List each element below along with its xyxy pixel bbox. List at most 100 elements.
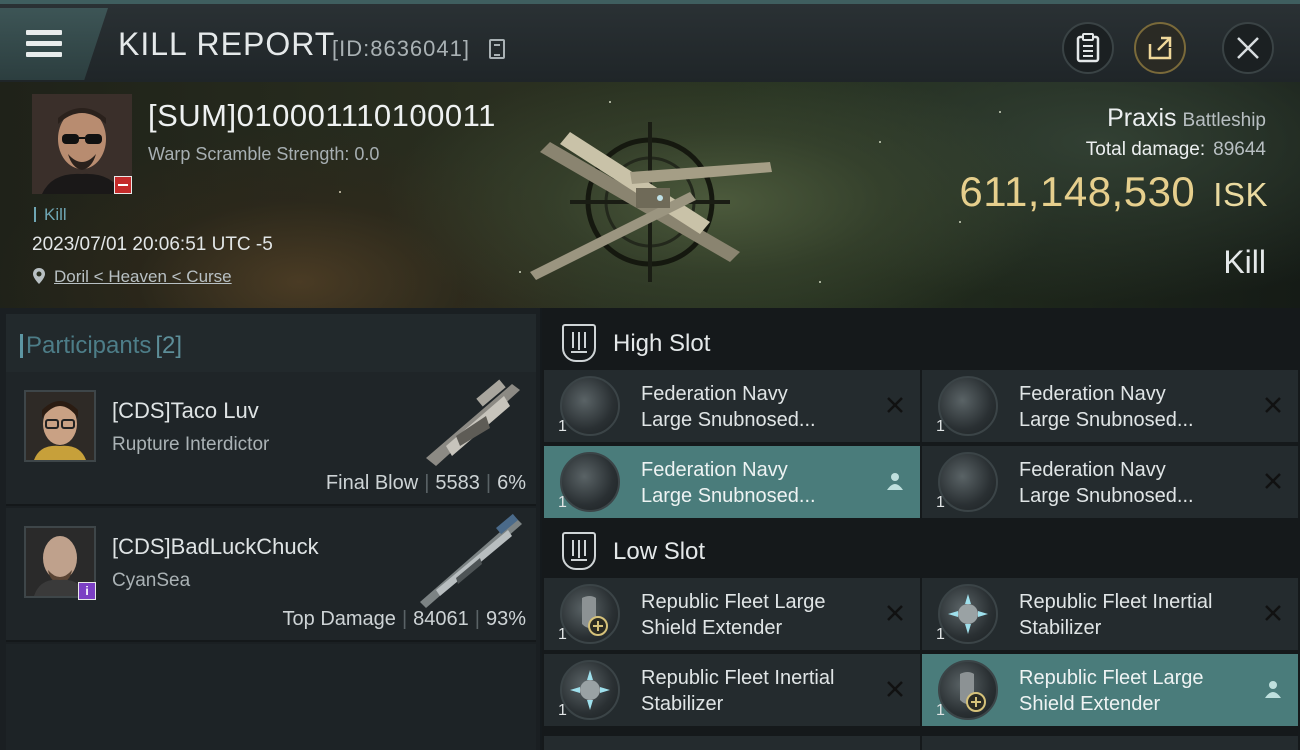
ship-name[interactable]: Praxis bbox=[1107, 104, 1176, 132]
dropped-person-icon bbox=[1265, 681, 1281, 698]
kill-datetime: 2023/07/01 20:06:51 UTC -5 bbox=[32, 234, 273, 255]
total-damage: Total damage: 89644 bbox=[1086, 139, 1266, 161]
module-quantity: 1 bbox=[936, 494, 945, 511]
inertial-stabilizer-icon bbox=[938, 584, 998, 644]
launcher-icon bbox=[560, 452, 620, 512]
participants-label: Participants bbox=[26, 332, 152, 359]
participant-percent: 6% bbox=[497, 472, 526, 494]
participant-ship-image[interactable] bbox=[416, 512, 526, 608]
participant-portrait[interactable] bbox=[24, 390, 96, 462]
module-quantity: 1 bbox=[558, 702, 567, 719]
copy-icon[interactable] bbox=[489, 39, 505, 59]
participant-damage: 5583 bbox=[435, 472, 480, 494]
isk-amount: 611,148,530 bbox=[959, 168, 1196, 215]
close-icon bbox=[1237, 37, 1259, 59]
module-item[interactable]: 1 Federation Navy Large Snubnosed... bbox=[922, 446, 1298, 518]
module-quantity: 1 bbox=[558, 626, 567, 643]
participant-name[interactable]: [CDS]BadLuckChuck bbox=[112, 534, 319, 560]
destroyed-icon bbox=[887, 397, 903, 413]
destroyed-icon bbox=[887, 605, 903, 621]
participant-role: Top Damage bbox=[282, 608, 396, 630]
launcher-icon bbox=[938, 452, 998, 512]
destroyed-icon bbox=[887, 681, 903, 697]
module-quantity: 1 bbox=[936, 418, 945, 435]
isk-value: 611,148,530 ISK bbox=[959, 168, 1268, 216]
module-name: Federation Navy Large Snubnosed... bbox=[1019, 459, 1194, 507]
high-slot-title: High Slot bbox=[613, 330, 711, 357]
module-quantity: 1 bbox=[936, 702, 945, 719]
clipboard-icon bbox=[1076, 33, 1100, 63]
kill-result: Kill bbox=[1223, 244, 1266, 280]
victim-ship: Praxis Battleship bbox=[1107, 104, 1266, 133]
total-damage-value: 89644 bbox=[1213, 139, 1266, 160]
module-name: Federation Navy Large Snubnosed... bbox=[641, 383, 816, 431]
participants-title: Participants [2] bbox=[19, 332, 183, 360]
launcher-icon bbox=[560, 376, 620, 436]
isk-unit: ISK bbox=[1213, 176, 1268, 213]
victim-name[interactable]: [SUM]010001110100011 bbox=[148, 98, 496, 134]
dropped-person-icon bbox=[887, 473, 903, 490]
participant-ship: Rupture Interdictor bbox=[112, 434, 270, 455]
shield-extender-icon bbox=[560, 584, 620, 644]
clipboard-button[interactable] bbox=[1062, 22, 1114, 74]
module-item[interactable]: 1 Federation Navy Large Snubnosed... bbox=[544, 446, 920, 518]
low-slot-title: Low Slot bbox=[613, 538, 706, 565]
module-item[interactable]: 1 Federation Navy Large Snubnosed... bbox=[922, 370, 1298, 442]
participant-damage: 84061 bbox=[413, 608, 469, 630]
participants-header: Participants [2] bbox=[6, 314, 536, 372]
total-damage-label: Total damage: bbox=[1085, 139, 1206, 160]
participant-name[interactable]: [CDS]Taco Luv bbox=[112, 398, 259, 424]
module-item[interactable]: 1 Republic Fleet Large Shield Extender bbox=[922, 654, 1298, 726]
victim-ship-image[interactable] bbox=[510, 102, 790, 292]
participants-panel: Participants [2] [CDS]Taco Luv Rupture In… bbox=[0, 308, 540, 750]
module-item[interactable]: 1 Republic Fleet Inertial Stabilizer bbox=[922, 578, 1298, 650]
fitting-panel: High Slot 1 Federation Navy Large Snubnos… bbox=[542, 308, 1300, 750]
module-quantity: 1 bbox=[936, 626, 945, 643]
participant-ship: CyanSea bbox=[112, 570, 191, 591]
module-quantity: 1 bbox=[558, 418, 567, 435]
low-slot-header: Low Slot bbox=[542, 520, 1300, 580]
module-item[interactable]: 1 Republic Fleet Large Shield Extender bbox=[544, 578, 920, 650]
report-id: [ID:8636041] bbox=[332, 36, 470, 61]
hamburger-menu-icon bbox=[26, 30, 62, 58]
participant-percent: 93% bbox=[485, 608, 526, 630]
participant-role: Final Blow bbox=[325, 472, 419, 494]
high-slot-icon bbox=[562, 324, 596, 362]
close-button[interactable] bbox=[1222, 22, 1274, 74]
high-slot-header: High Slot bbox=[542, 312, 1300, 372]
module-item[interactable]: 1 Republic Fleet Inertial Stabilizer bbox=[544, 654, 920, 726]
module-name: Republic Fleet Large Shield Extender bbox=[1019, 667, 1204, 715]
location-link[interactable]: Doril < Heaven < Curse bbox=[54, 267, 232, 286]
module-name: Federation Navy Large Snubnosed... bbox=[1019, 383, 1194, 431]
participant-stats: Top Damage | 84061 | 93% bbox=[282, 608, 526, 630]
module-name: Federation Navy Large Snubnosed... bbox=[641, 459, 816, 507]
page-title: KILL REPORT bbox=[118, 26, 336, 62]
participants-count: [2] bbox=[155, 332, 183, 359]
menu-button[interactable] bbox=[0, 8, 108, 80]
location-pin-icon bbox=[33, 268, 45, 284]
participant-ship-image[interactable] bbox=[416, 376, 526, 472]
destroyed-icon bbox=[1265, 605, 1281, 621]
victim-summary: [SUM]010001110100011 Warp Scramble Stren… bbox=[0, 82, 1300, 308]
share-button[interactable] bbox=[1134, 22, 1186, 74]
destroyed-icon bbox=[1265, 397, 1281, 413]
participants-empty-area bbox=[6, 644, 536, 750]
launcher-icon bbox=[938, 376, 998, 436]
destroyed-icon bbox=[1265, 473, 1281, 489]
inertial-stabilizer-icon bbox=[560, 660, 620, 720]
participant-info-badge: i bbox=[78, 582, 96, 600]
participant-stats: Final Blow | 5583 | 6% bbox=[325, 472, 526, 494]
participant-row[interactable]: i [CDS]BadLuckChuck CyanSea Top Damage | 8… bbox=[6, 508, 536, 642]
module-item[interactable]: 1 Federation Navy Large Snubnosed... bbox=[544, 370, 920, 442]
module-name: Republic Fleet Large Shield Extender bbox=[641, 591, 826, 639]
victim-status-badge bbox=[114, 176, 132, 194]
module-quantity: 1 bbox=[558, 494, 567, 511]
ship-class: Battleship bbox=[1182, 110, 1266, 131]
header-bar: KILL REPORT [ID:8636041] bbox=[0, 0, 1300, 82]
module-name: Republic Fleet Inertial Stabilizer bbox=[1019, 591, 1213, 639]
participant-row[interactable]: [CDS]Taco Luv Rupture Interdictor Final … bbox=[6, 372, 536, 506]
kill-tag: Kill bbox=[34, 205, 67, 225]
shield-extender-icon bbox=[938, 660, 998, 720]
share-icon bbox=[1148, 36, 1172, 60]
warp-scramble-strength: Warp Scramble Strength: 0.0 bbox=[148, 144, 380, 164]
